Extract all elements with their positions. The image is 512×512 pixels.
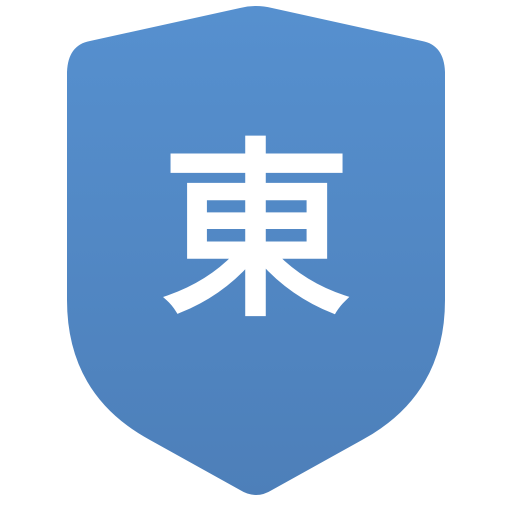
emblem-character: 東: [160, 122, 351, 343]
app-icon: 東: [0, 0, 512, 512]
